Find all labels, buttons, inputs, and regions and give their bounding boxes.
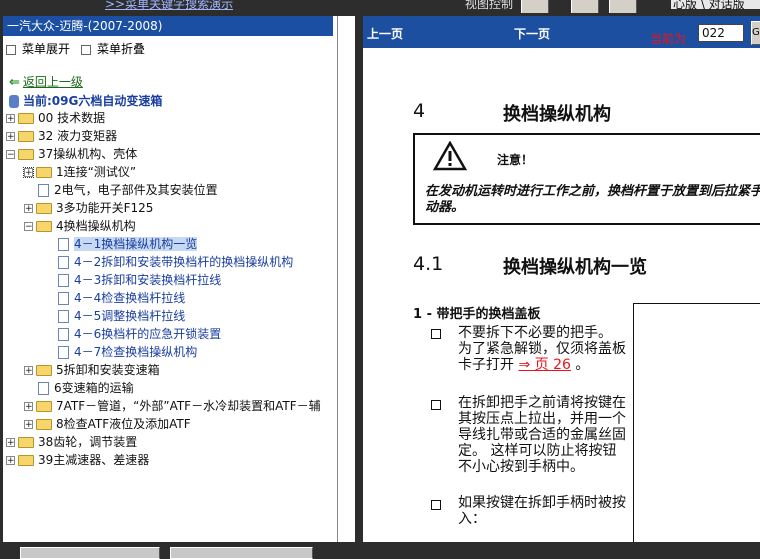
folder-icon: [36, 365, 52, 376]
document-icon: [58, 292, 69, 305]
figure-frame: [633, 303, 760, 542]
view-control-label: 视图控制: [465, 0, 514, 11]
tree-node-1[interactable]: +1连接“测试仪”: [23, 163, 136, 181]
folder-icon: [18, 113, 34, 124]
expand-toggle-icon[interactable]: +: [6, 114, 15, 124]
top-toolbar: >>菜单关键字搜索演示 视图控制 心版 \ 对话版: [0, 0, 760, 13]
collapse-icon: [81, 44, 91, 55]
database-icon: [9, 95, 19, 108]
open-folder-icon: [18, 149, 34, 160]
search-demo-link[interactable]: >>菜单关键字搜索演示: [105, 0, 233, 12]
bullet-icon: [431, 329, 445, 340]
go-button[interactable]: G: [751, 21, 760, 45]
document-icon: [38, 382, 49, 395]
folder-icon: [36, 419, 52, 430]
bullet-text-3: 如果按键在拆卸手柄时被按入：: [458, 495, 626, 527]
folder-icon: [18, 437, 34, 448]
tree-node-5[interactable]: +5拆卸和安装变速箱: [24, 361, 160, 379]
current-location: 当前:09G六档自动变速箱: [9, 92, 162, 109]
tree-node-2[interactable]: 2电气，电子部件及其安装位置: [38, 181, 218, 199]
document-icon: [58, 274, 69, 287]
section-number: 4: [413, 100, 426, 122]
expand-toggle-icon[interactable]: +: [6, 132, 15, 142]
tree-pane-title: 一汽大众-迈腾-(2007-2008): [3, 16, 333, 36]
tree-node-6[interactable]: 6变速箱的运输: [38, 379, 134, 397]
current-page-label: 当前为: [650, 32, 687, 46]
subsection-number: 4.1: [413, 253, 444, 275]
folder-icon: [36, 401, 52, 412]
view-toggle-button-3[interactable]: [609, 0, 637, 13]
tree-node-3[interactable]: +3多功能开关F125: [24, 199, 153, 217]
expand-toggle-icon[interactable]: +: [24, 402, 33, 412]
expand-icon: [6, 44, 16, 55]
page-number-input[interactable]: [698, 24, 744, 42]
document-icon: [58, 310, 69, 323]
open-folder-icon: [36, 221, 52, 232]
tree-node-7[interactable]: +7ATF－管道，“外部”ATF－水冷却装置和ATF－辅: [24, 397, 321, 415]
expand-toggle-icon[interactable]: +: [24, 420, 33, 430]
subsection-title: 换档操纵机构一览: [503, 257, 647, 278]
folder-icon: [18, 131, 34, 142]
tree-node-4-2[interactable]: 4－2拆卸和安装带换档杆的换档操纵机构: [58, 253, 293, 271]
tree-node-39[interactable]: +39主减速器、差速器: [6, 451, 149, 469]
back-arrow-icon: ⇐: [9, 75, 20, 90]
folder-icon: [18, 455, 34, 466]
tree-node-4-7[interactable]: 4－7检查换档操纵机构: [58, 343, 197, 361]
bullet-text-2: 在拆卸把手之前请将按键在其按压点上拉出，并用一个导线扎带或合适的金属丝固定。 这…: [458, 395, 626, 475]
tree-node-4-4[interactable]: 4－4检查换档杆拉线: [58, 289, 185, 307]
section-title: 换档操纵机构: [503, 104, 611, 125]
bullet-icon: [431, 500, 445, 511]
warning-icon: [433, 141, 467, 171]
expand-toggle-icon[interactable]: +: [24, 366, 33, 376]
bottom-button-2[interactable]: [170, 547, 313, 559]
expand-toggle-icon[interactable]: +: [24, 204, 33, 214]
view-toggle-button-1[interactable]: [521, 0, 549, 13]
view-mode-select[interactable]: 心版 \ 对话版: [671, 0, 760, 11]
tree-node-37[interactable]: −37操纵机构、壳体: [6, 145, 137, 163]
expand-toggle-icon[interactable]: +: [6, 456, 15, 466]
pane-splitter[interactable]: [335, 16, 338, 542]
page-link[interactable]: ⇒ 页 26: [518, 357, 570, 373]
collapse-menu-button[interactable]: 菜单折叠: [81, 40, 145, 57]
content-pane: 上一页 下一页 当前为 G 4 换档操纵机构 注意！ 在发动机运转时进行工作之前…: [363, 16, 760, 542]
expand-menu-button[interactable]: 菜单展开: [6, 40, 70, 57]
collapse-toggle-icon[interactable]: −: [24, 222, 33, 232]
tree-node-32[interactable]: +32 液力变矩器: [6, 127, 117, 145]
back-link[interactable]: ⇐ 返回上一级: [9, 73, 83, 90]
folder-icon: [36, 203, 52, 214]
tree-node-8[interactable]: +8检查ATF液位及添加ATF: [24, 415, 191, 433]
tree-pane: 一汽大众-迈腾-(2007-2008) 菜单展开 菜单折叠 ⇐ 返回上一级 当前:…: [3, 16, 355, 542]
view-toggle-button-2[interactable]: [571, 0, 599, 13]
folder-icon: [36, 167, 52, 178]
tree-node-00[interactable]: +00 技术数据: [6, 109, 105, 127]
document-icon: [58, 328, 69, 341]
bottom-button-1[interactable]: [20, 547, 160, 559]
bullet-icon: [431, 400, 445, 411]
collapse-toggle-icon[interactable]: −: [6, 150, 15, 160]
part-title: 1 - 带把手的换档盖板: [413, 307, 541, 322]
tree-node-4-5[interactable]: 4－5调整换档杆拉线: [58, 307, 185, 325]
document-icon: [58, 238, 69, 251]
tree-node-4-3[interactable]: 4－3拆卸和安装换档杆拉线: [58, 271, 221, 289]
notice-title: 注意！: [497, 153, 534, 167]
tree-node-4-6[interactable]: 4－6换档杆的应急开锁装置: [58, 325, 221, 343]
notice-box: 注意！ 在发动机运转时进行工作之前，换档杆置于放置到后拉紧手制动器。: [413, 133, 760, 225]
expand-toggle-icon[interactable]: +: [23, 167, 34, 178]
notice-body: 在发动机运转时进行工作之前，换档杆置于放置到后拉紧手制动器。: [425, 184, 760, 215]
document-icon: [58, 256, 69, 269]
page-nav-bar: 上一页 下一页 当前为 G: [363, 16, 760, 48]
tree-node-4[interactable]: −4换档操纵机构: [24, 217, 136, 235]
document-icon: [38, 184, 49, 197]
expand-toggle-icon[interactable]: +: [6, 438, 15, 448]
prev-page-button[interactable]: 上一页: [367, 25, 403, 42]
tree-node-38[interactable]: +38齿轮，调节装置: [6, 433, 137, 451]
document-icon: [58, 346, 69, 359]
bullet-text-1: 不要拆下不必要的把手。 为了紧急解锁，仅须将盖板卡子打开 ⇒ 页 26 。: [458, 325, 626, 373]
tree-node-4-1[interactable]: 4－1换档操纵机构一览: [58, 235, 198, 253]
next-page-button[interactable]: 下一页: [514, 25, 550, 42]
